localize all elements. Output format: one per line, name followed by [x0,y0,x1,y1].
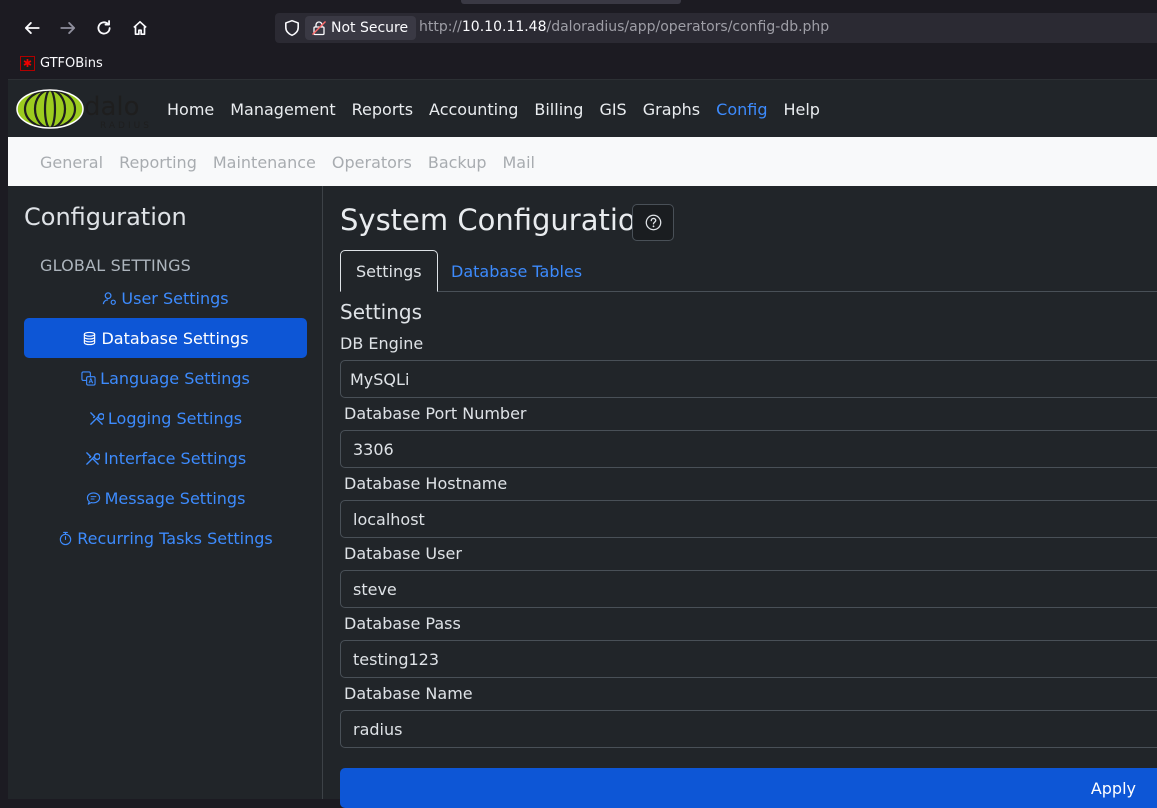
subnav-general[interactable]: General [40,153,103,172]
url-text[interactable]: http://10.10.11.48/daloradius/app/operat… [419,19,829,35]
subnav-reporting[interactable]: Reporting [119,153,197,172]
subnav-maintenance[interactable]: Maintenance [213,153,316,172]
address-bar[interactable]: Not Secure http://10.10.11.48/daloradius… [275,13,1157,43]
home-icon [133,20,147,36]
bookmarks-bar: ✱ GTFOBins [0,52,1157,79]
forward-arrow-icon [60,22,76,34]
sidebar-item-label: Language Settings [100,368,250,388]
tracking-shield-icon[interactable] [283,19,301,37]
insecure-lock-icon [312,21,326,36]
db-engine-label: DB Engine [340,334,424,353]
nav-help[interactable]: Help [783,100,819,119]
sidebar-item-label: Recurring Tasks Settings [77,528,273,548]
subnav-backup[interactable]: Backup [428,153,487,172]
sidebar-item-label: Database Settings [101,328,249,348]
sidebar-item-language-settings[interactable]: Language Settings [24,358,307,398]
gtfobins-favicon-icon: ✱ [20,56,35,71]
nav-home[interactable]: Home [167,100,214,119]
sub-navbar: General Reporting Maintenance Operators … [8,137,1157,186]
db-hostname-label: Database Hostname [344,474,508,493]
sidebar-title: Configuration [24,203,187,231]
db-port-label: Database Port Number [344,404,527,423]
subnav-mail[interactable]: Mail [503,153,536,172]
tools-icon [90,411,104,425]
database-icon [84,331,96,345]
db-hostname-input[interactable]: localhost [340,500,1157,538]
nav-accounting[interactable]: Accounting [429,100,518,119]
bookmark-gtfobins[interactable]: ✱ GTFOBins [20,56,103,71]
tools-icon [86,451,100,465]
home-button[interactable] [126,14,154,42]
section-title: Settings [340,300,423,324]
tab-database-tables[interactable]: Database Tables [436,250,597,292]
stopwatch-icon [60,531,72,545]
db-pass-label: Database Pass [344,614,461,633]
nav-gis[interactable]: GIS [599,100,626,119]
nav-graphs[interactable]: Graphs [643,100,700,119]
sidebar: Configuration GLOBAL SETTINGS User Setti… [8,186,323,799]
forward-button[interactable] [54,14,82,42]
sidebar-item-label: Logging Settings [107,408,243,428]
logo-subtext: RADIUS [100,121,152,130]
url-host: 10.10.11.48 [461,19,547,35]
security-label: Not Secure [331,20,409,36]
sub-menu: General Reporting Maintenance Operators … [40,153,535,172]
url-prefix: http:// [419,19,462,35]
help-button[interactable] [632,204,674,241]
back-button[interactable] [18,14,46,42]
reload-icon [97,20,111,35]
db-pass-input[interactable]: testing123 [340,640,1157,678]
db-engine-select[interactable]: MySQLi [340,360,1157,398]
sidebar-item-user-settings[interactable]: User Settings [24,278,307,318]
translate-icon [81,370,96,386]
sidebar-item-label: Interface Settings [103,448,247,468]
reload-button[interactable] [90,14,118,42]
daloradius-logo[interactable]: dalo RADIUS [16,88,156,131]
db-name-input[interactable]: radius [340,710,1157,748]
browser-toolbar: Not Secure http://10.10.11.48/daloradius… [0,0,1157,52]
sidebar-item-interface-settings[interactable]: Interface Settings [24,438,307,478]
subnav-operators[interactable]: Operators [332,153,412,172]
sidebar-item-label: User Settings [121,288,229,308]
db-user-input[interactable]: steve [340,570,1157,608]
settings-tabs: Settings Database Tables [340,250,1157,292]
sidebar-item-label: Message Settings [104,488,246,508]
active-tab-indicator [461,0,681,4]
db-name-label: Database Name [344,684,473,703]
bookmark-label: GTFOBins [40,56,103,71]
main-menu: Home Management Reports Accounting Billi… [167,100,820,119]
user-gear-icon [103,291,117,305]
nav-reports[interactable]: Reports [352,100,413,119]
site-security-indicator[interactable]: Not Secure [305,16,417,40]
main-content: System Configuration Settings Database T… [324,186,1157,808]
chat-icon [86,491,100,505]
back-arrow-icon [24,22,40,34]
db-user-label: Database User [344,544,462,563]
tab-settings[interactable]: Settings [340,250,438,292]
main-navbar: dalo RADIUS Home Management Reports Acco… [8,79,1157,137]
logo-text: dalo [84,92,140,122]
page-title: System Configuration [340,203,655,237]
nav-management[interactable]: Management [230,100,335,119]
sidebar-item-recurring-tasks-settings[interactable]: Recurring Tasks Settings [24,518,307,558]
db-port-input[interactable]: 3306 [340,430,1157,468]
url-path: /daloradius/app/operators/config-db.php [546,19,830,35]
daloradius-app: dalo RADIUS Home Management Reports Acco… [8,79,1157,808]
apply-button[interactable]: Apply [340,768,1157,808]
nav-config[interactable]: Config [716,100,767,119]
question-circle-icon [645,214,661,231]
nav-billing[interactable]: Billing [534,100,583,119]
sidebar-heading: GLOBAL SETTINGS [40,256,192,275]
sidebar-list: User Settings Database Settings Language… [24,278,307,558]
sidebar-item-logging-settings[interactable]: Logging Settings [24,398,307,438]
sidebar-item-database-settings[interactable]: Database Settings [24,318,307,358]
sidebar-item-message-settings[interactable]: Message Settings [24,478,307,518]
